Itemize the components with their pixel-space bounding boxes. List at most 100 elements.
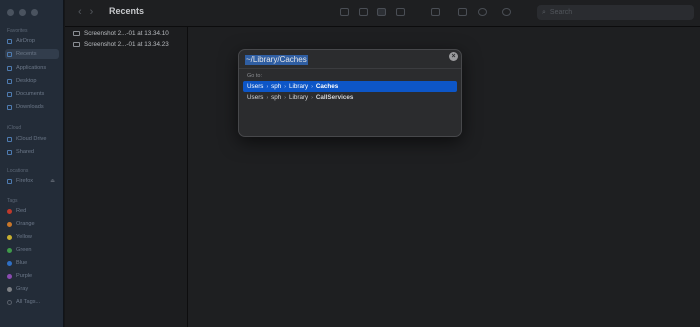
tag-dot-icon	[7, 299, 12, 305]
path-segment-last: Caches	[315, 83, 339, 90]
tag-icon[interactable]	[478, 8, 487, 16]
tag-dot-icon	[7, 273, 12, 279]
sidebar-section-icloud: iCloud	[7, 125, 22, 131]
file-name: Screenshot 2...-01 at 13.34.23	[84, 41, 169, 48]
sidebar-item-label: Firefox	[16, 178, 34, 184]
sidebar-item-label: Yellow	[16, 234, 32, 240]
image-file-icon	[73, 31, 80, 36]
sidebar-item-label: AirDrop	[16, 38, 35, 44]
sidebar-section-tags: Tags	[7, 198, 18, 204]
column-view-icon[interactable]	[377, 8, 386, 16]
airdrop-icon	[7, 38, 12, 44]
sidebar-item-label: Green	[16, 247, 32, 253]
sidebar-tag-gray[interactable]: Gray	[5, 284, 59, 294]
divider	[239, 68, 461, 69]
path-segment: Users	[247, 83, 264, 90]
sidebar-item-label: Gray	[16, 286, 29, 292]
sidebar-item-label: Blue	[16, 260, 28, 266]
path-input-text[interactable]: ~/Library/Caches	[245, 54, 308, 65]
shared-folder-icon	[7, 149, 12, 155]
file-row[interactable]: Screenshot 2...-01 at 13.34.23	[73, 41, 169, 48]
path-segment: sph	[271, 94, 282, 101]
search-placeholder: Search	[549, 9, 573, 16]
sidebar-item-label: Purple	[16, 273, 33, 279]
chevron-right-icon: ›	[266, 94, 269, 101]
clear-icon[interactable]: ×	[449, 52, 458, 61]
path-segment-last: CallServices	[315, 94, 354, 101]
applications-icon	[7, 65, 12, 71]
sidebar-item-firefox[interactable]: Firefox ⏏	[5, 176, 59, 186]
window-controls	[7, 9, 38, 16]
sidebar-item-label: Downloads	[16, 104, 44, 110]
file-list: Screenshot 2...-01 at 13.34.10 Screensho…	[65, 27, 188, 327]
sidebar: Favorites AirDrop Recents Applications D…	[0, 0, 64, 327]
sidebar-item-label: Shared	[16, 149, 35, 155]
group-by-icon[interactable]	[431, 8, 440, 16]
sidebar-item-recents[interactable]: Recents	[5, 49, 59, 59]
tag-dot-icon	[7, 247, 12, 253]
sidebar-tag-orange[interactable]: Orange	[5, 219, 59, 229]
sidebar-section-locations: Locations	[7, 168, 29, 174]
sidebar-item-label: Orange	[16, 221, 35, 227]
tag-dot-icon	[7, 221, 12, 227]
icon-view-icon[interactable]	[340, 8, 349, 16]
path-suggestion[interactable]: Users › sph › Library › CallServices	[243, 92, 457, 103]
chevron-right-icon: ›	[284, 83, 286, 90]
chevron-right-icon: ›	[311, 94, 313, 101]
sidebar-item-label: iCloud Drive	[16, 136, 47, 142]
sidebar-item-label: Documents	[16, 91, 45, 97]
list-view-icon[interactable]	[359, 8, 368, 16]
tag-dot-icon	[7, 260, 12, 266]
eject-icon[interactable]: ⏏	[50, 178, 55, 184]
path-suggestion[interactable]: Users › sph › Library › Caches	[243, 81, 457, 92]
toolbar: ‹› Recents ⌕ Search	[65, 0, 700, 27]
navigation-buttons: ‹›	[78, 6, 101, 18]
file-row[interactable]: Screenshot 2...-01 at 13.34.10	[73, 30, 169, 37]
sidebar-item-label: Recents	[16, 51, 37, 57]
sidebar-tag-blue[interactable]: Blue	[5, 258, 59, 268]
sidebar-item-desktop[interactable]: Desktop	[5, 76, 59, 86]
sidebar-tag-red[interactable]: Red	[5, 206, 59, 216]
sidebar-item-label: Red	[16, 208, 27, 214]
tag-dot-icon	[7, 234, 12, 240]
image-file-icon	[73, 42, 80, 47]
search-field[interactable]: ⌕ Search	[537, 5, 694, 20]
download-icon	[7, 104, 12, 110]
go-to-folder-dialog: ~/Library/Caches × Go to: Users › sph › …	[238, 49, 462, 137]
sidebar-tag-all-tags[interactable]: All Tags...	[5, 297, 59, 307]
sidebar-tag-green[interactable]: Green	[5, 245, 59, 255]
path-input[interactable]: ~/Library/Caches	[245, 53, 455, 66]
sidebar-tag-yellow[interactable]: Yellow	[5, 232, 59, 242]
close-window-button[interactable]	[7, 9, 14, 16]
sidebar-item-downloads[interactable]: Downloads	[5, 102, 59, 112]
zoom-window-button[interactable]	[31, 9, 38, 16]
sidebar-item-shared[interactable]: Shared	[5, 147, 59, 157]
chevron-right-icon: ›	[266, 83, 269, 90]
gallery-view-icon[interactable]	[396, 8, 405, 16]
disk-icon	[7, 178, 12, 184]
sidebar-item-applications[interactable]: Applications	[5, 63, 59, 73]
sidebar-section-favorites: Favorites	[7, 28, 28, 34]
window-title: Recents	[109, 6, 145, 16]
chevron-right-icon: ›	[311, 83, 313, 90]
back-button[interactable]: ‹	[78, 6, 90, 18]
forward-button[interactable]: ›	[90, 6, 102, 18]
search-icon: ⌕	[542, 8, 546, 16]
go-to-label: Go to:	[247, 73, 262, 79]
chevron-right-icon: ›	[284, 94, 286, 101]
document-icon	[7, 91, 12, 97]
path-segment: Library	[288, 94, 309, 101]
sidebar-item-icloud-drive[interactable]: iCloud Drive	[5, 134, 59, 144]
path-segment: Library	[288, 83, 309, 90]
sidebar-item-label: Desktop	[16, 78, 37, 84]
share-icon[interactable]	[458, 8, 467, 16]
sidebar-item-documents[interactable]: Documents	[5, 89, 59, 99]
sidebar-item-airdrop[interactable]: AirDrop	[5, 36, 59, 46]
desktop-icon	[7, 78, 12, 84]
sidebar-tag-purple[interactable]: Purple	[5, 271, 59, 281]
sidebar-item-label: All Tags...	[16, 299, 41, 305]
path-segment: Users	[247, 94, 264, 101]
minimize-window-button[interactable]	[19, 9, 26, 16]
action-menu-icon[interactable]	[502, 8, 511, 16]
clock-icon	[7, 51, 12, 57]
